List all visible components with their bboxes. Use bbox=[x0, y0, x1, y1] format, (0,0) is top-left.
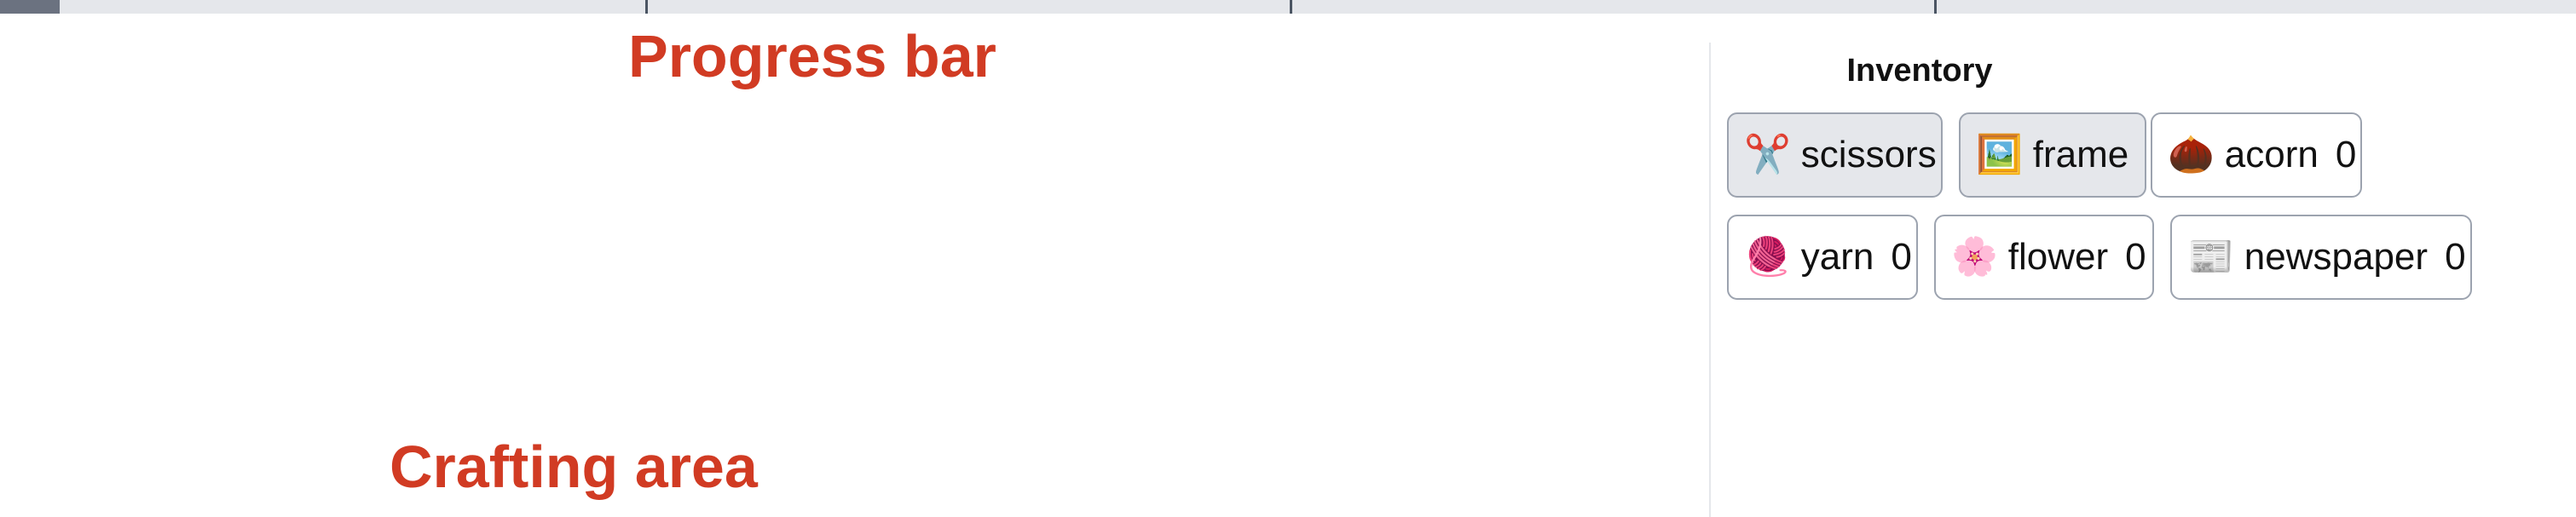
item-label: frame bbox=[2032, 134, 2129, 175]
item-label: flower bbox=[2007, 236, 2109, 278]
item-count: 0 bbox=[2335, 134, 2357, 175]
inventory-title: Inventory bbox=[1846, 53, 1993, 89]
inventory-item-yarn[interactable]: 🧶 yarn 0 bbox=[1727, 215, 1918, 300]
acorn-icon: 🌰 bbox=[2168, 134, 2215, 175]
item-label: yarn bbox=[1800, 236, 1874, 278]
progress-bar bbox=[0, 0, 2576, 14]
scissors-icon: ✂️ bbox=[1744, 134, 1791, 175]
inventory-item-flower[interactable]: 🌸 flower 0 bbox=[1934, 215, 2154, 300]
progress-fill bbox=[0, 0, 60, 14]
crafting-area-annotation: Crafting area bbox=[390, 434, 758, 500]
item-label: newspaper bbox=[2244, 236, 2429, 278]
flower-icon: 🌸 bbox=[1951, 236, 1998, 278]
inventory-item-scissors[interactable]: ✂️ scissors bbox=[1727, 112, 1943, 198]
progress-bar-annotation: Progress bar bbox=[628, 23, 996, 89]
inventory-item-newspaper[interactable]: 📰 newspaper 0 bbox=[2170, 215, 2472, 300]
newspaper-icon: 📰 bbox=[2187, 236, 2234, 278]
item-count: 0 bbox=[2125, 236, 2146, 278]
progress-segment-divider bbox=[1290, 0, 1292, 14]
inventory-panel: Inventory ✂️ scissors 🖼️ frame 🌰 acorn 0… bbox=[1709, 43, 2576, 517]
progress-segment-divider bbox=[645, 0, 648, 14]
item-count: 0 bbox=[2445, 236, 2466, 278]
item-count: 0 bbox=[1891, 236, 1912, 278]
inventory-item-frame[interactable]: 🖼️ frame bbox=[1959, 112, 2146, 198]
yarn-icon: 🧶 bbox=[1744, 236, 1791, 278]
progress-segment-divider bbox=[1934, 0, 1937, 14]
item-label: scissors bbox=[1800, 134, 1937, 175]
inventory-item-acorn[interactable]: 🌰 acorn 0 bbox=[2151, 112, 2362, 198]
frame-icon: 🖼️ bbox=[1976, 134, 2023, 175]
item-label: acorn bbox=[2224, 134, 2319, 175]
